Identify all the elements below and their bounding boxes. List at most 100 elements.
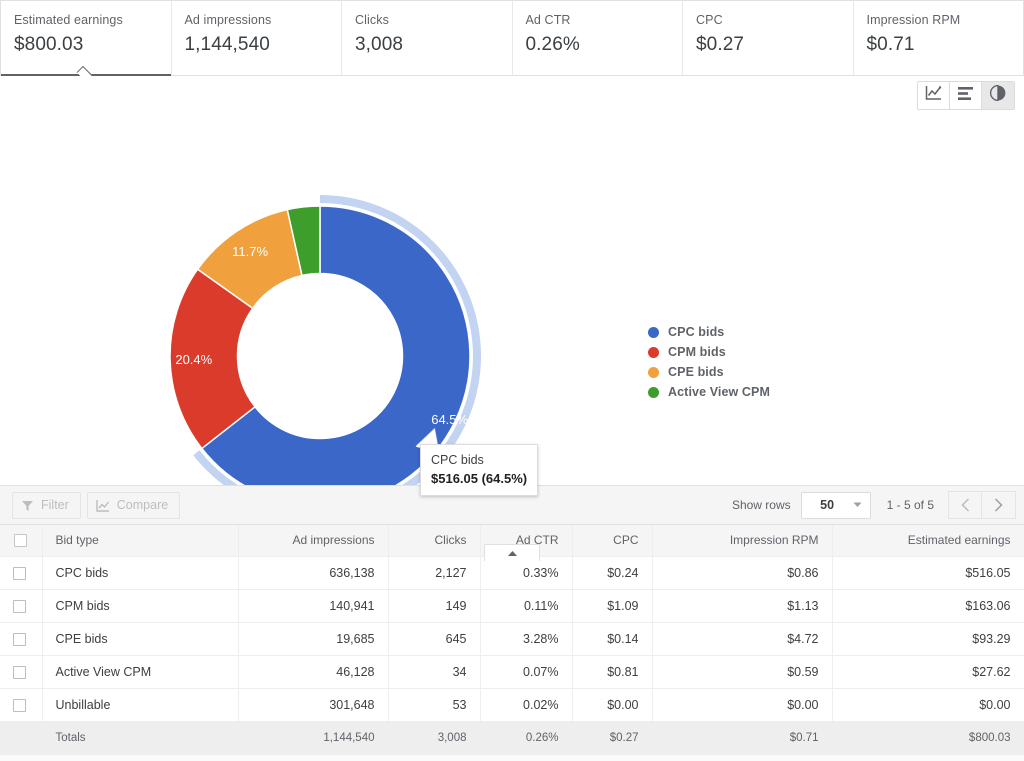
legend-item-1[interactable]: CPM bids [648,342,770,362]
row-select-cell[interactable] [0,622,43,656]
bar-chart-icon [957,86,974,106]
metric-label: Ad CTR [525,13,571,27]
bid-type-label: CPC bids [55,565,109,580]
column-header-clicks[interactable]: Clicks [388,525,481,557]
chart-toggle-line-chart[interactable] [918,82,950,109]
row-checkbox[interactable] [13,599,26,613]
legend-item-2[interactable]: CPE bids [648,362,770,382]
totals-select-cell [0,721,43,755]
cell-ad-impressions: 19,685 [238,622,389,656]
cell-ad-impressions: 140,941 [238,589,389,623]
column-header-bid-type[interactable]: Bid type [42,525,239,557]
table-totals-row: Totals 1,144,540 3,008 0.26% $0.27 $0.71 $800.… [0,721,1024,755]
filter-button[interactable]: Filter [12,491,81,519]
row-checkbox[interactable] [13,632,26,646]
pie-chart-icon [989,84,1006,106]
cell-cpc: $1.09 [572,589,653,623]
chart-legend: CPC bids CPM bids CPE bids Active View CPM [648,322,770,402]
data-table-section: Filter Compare Show rows 50 1 - 5 of 5 B… [0,485,1024,761]
caret-up-icon [507,550,517,556]
metric-label: Clicks [355,13,389,27]
row-checkbox[interactable] [13,698,26,712]
table-row[interactable]: CPE bids 19,685 645 3.28% $0.14 $4.72 $93.29 [0,622,1024,656]
bid-type-label: CPE bids [55,631,108,646]
legend-color-swatch [648,386,659,398]
chevron-left-icon [960,498,969,512]
cell-estimated-earnings: $516.05 [832,556,1024,590]
totals-impression-rpm: $0.71 [652,721,833,755]
compare-button-label: Compare [116,498,169,512]
row-checkbox[interactable] [13,665,26,679]
pagination-range-label: 1 - 5 of 5 [886,498,934,512]
cell-ad-ctr: 0.11% [480,589,573,623]
metric-label: Ad impressions [184,13,272,27]
filter-button-label: Filter [41,498,69,512]
analytics-report-page: Estimated earnings $800.03 Ad impressions 1… [0,0,1024,761]
table-row[interactable]: CPM bids 140,941 149 0.11% $1.09 $1.13 $163.06 [0,589,1024,623]
column-header-ad-impressions[interactable]: Ad impressions [238,525,389,557]
legend-item-label: Active View CPM [668,385,771,399]
metric-value: $0.71 [866,34,915,55]
metric-card-5[interactable]: Impression RPM $0.71 [853,0,1024,75]
metric-label: CPC [696,13,723,27]
legend-color-swatch [648,326,659,338]
rows-per-page-select[interactable]: 50 [800,491,871,519]
totals-ad-impressions: 1,144,540 [238,721,389,755]
cell-cpc: $0.14 [572,622,653,656]
cell-clicks: 34 [388,655,481,689]
legend-item-0[interactable]: CPC bids [648,322,770,342]
collapse-chart-handle[interactable] [484,544,540,561]
cell-impression-rpm: $0.86 [652,556,833,590]
metric-card-4[interactable]: CPC $0.27 [683,0,854,75]
metric-card-0[interactable]: Estimated earnings $800.03 [0,0,172,82]
row-checkbox[interactable] [13,566,26,580]
row-select-cell[interactable] [0,556,43,590]
compare-button[interactable]: Compare [86,491,181,519]
column-header-cpc[interactable]: CPC [572,525,653,557]
chart-toggle-bar-chart[interactable] [950,82,982,109]
previous-page-button[interactable] [948,491,982,519]
column-header-estimated-earnings[interactable]: Estimated earnings [832,525,1024,557]
cell-estimated-earnings: $27.62 [832,655,1024,689]
totals-label: Totals [42,721,239,755]
row-select-cell[interactable] [0,655,43,689]
row-select-cell[interactable] [0,589,43,623]
cell-impression-rpm: $0.00 [652,688,833,722]
cell-estimated-earnings: $163.06 [832,589,1024,623]
bid-type-label: CPM bids [55,598,110,613]
cell-clicks: 2,127 [388,556,481,590]
line-chart-icon [96,499,110,512]
metric-card-1[interactable]: Ad impressions 1,144,540 [171,0,342,75]
chart-type-toggle-group[interactable] [917,81,1015,110]
bid-type-label: Unbillable [55,697,111,712]
metric-value: 0.26% [525,34,580,55]
select-all-header[interactable] [0,525,43,557]
metric-card-2[interactable]: Clicks 3,008 [342,0,513,75]
cell-estimated-earnings: $0.00 [832,688,1024,722]
legend-item-label: CPM bids [668,345,726,359]
table-row[interactable]: Active View CPM 46,128 34 0.07% $0.81 $0.59 $2… [0,655,1024,689]
column-header-impression-rpm[interactable]: Impression RPM [652,525,833,557]
cell-ad-impressions: 46,128 [238,655,389,689]
chart-toggle-pie-chart[interactable] [982,82,1014,109]
select-all-checkbox[interactable] [14,534,28,548]
metric-card-3[interactable]: Ad CTR 0.26% [512,0,683,75]
legend-item-3[interactable]: Active View CPM [648,382,770,402]
cell-ad-ctr: 3.28% [480,622,573,656]
cell-bid-type: CPM bids [42,589,239,623]
metric-value: $0.27 [696,34,745,55]
table-row[interactable]: Unbillable 301,648 53 0.02% $0.00 $0.00 $0.00 [0,688,1024,722]
row-select-cell[interactable] [0,688,43,722]
cell-impression-rpm: $4.72 [652,622,833,656]
line-chart-icon [925,85,942,106]
cell-ad-ctr: 0.02% [480,688,573,722]
metric-card-row: Estimated earnings $800.03 Ad impressions 1… [0,0,1024,82]
tooltip-value: $516.05 (64.5%) [431,471,528,486]
cell-bid-type: Active View CPM [42,655,239,689]
chart-area: 64.5% 20.4% 11.7% CPC bids CPM bids CPE bids… [0,76,1024,561]
legend-color-swatch [648,346,659,358]
next-page-button[interactable] [982,491,1016,519]
show-rows-label: Show rows [731,498,791,512]
tooltip-title: CPC bids [431,453,484,467]
pagination-controls: Show rows 50 1 - 5 of 5 [732,491,1016,519]
